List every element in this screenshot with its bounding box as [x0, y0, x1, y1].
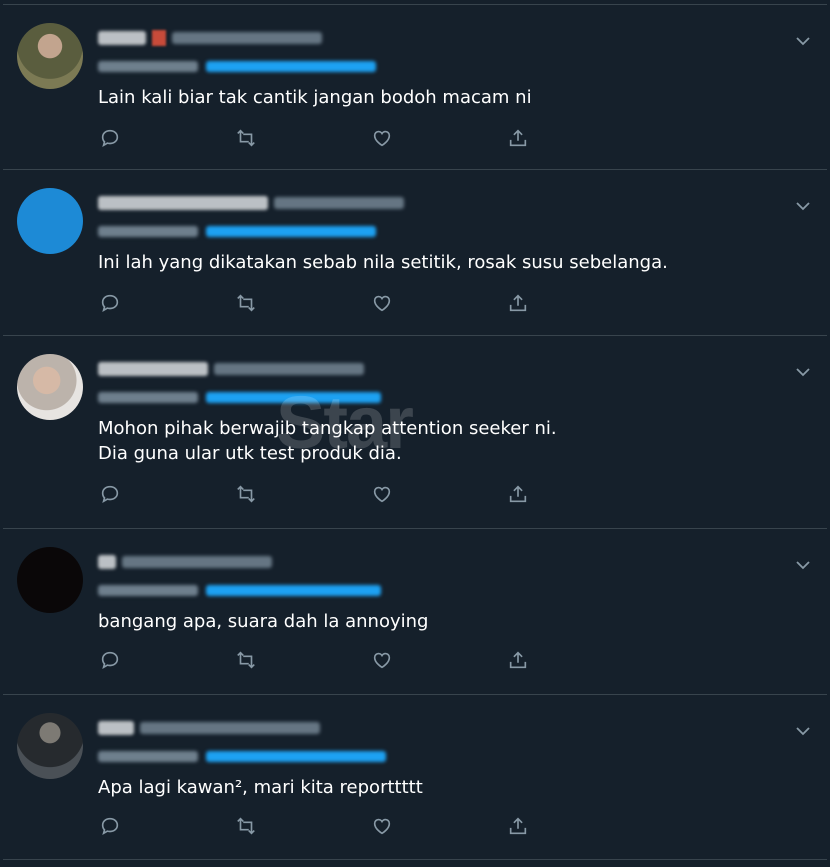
username-timestamp[interactable] — [214, 363, 364, 375]
replying-to-label — [98, 225, 198, 237]
display-name[interactable] — [98, 555, 116, 569]
tweet[interactable]: Ini lah yang dikatakan sebab nila setiti… — [3, 169, 827, 335]
reply-button[interactable] — [99, 647, 235, 673]
tweet-header — [98, 192, 404, 214]
replying-to-link[interactable] — [206, 60, 376, 72]
reply-icon — [101, 485, 119, 504]
reply-icon — [101, 817, 119, 836]
tweet[interactable]: Mohon pihak berwajib tangkap attention s… — [3, 335, 827, 528]
heart-icon — [373, 652, 391, 669]
like-button[interactable] — [371, 481, 507, 507]
replying-to — [98, 388, 381, 406]
tweet-text: Mohon pihak berwajib tangkap attention s… — [98, 418, 557, 464]
share-button[interactable] — [507, 481, 643, 507]
share-button[interactable] — [507, 125, 643, 151]
replying-to-link[interactable] — [206, 584, 381, 596]
tweet-actions — [99, 813, 643, 839]
heart-icon — [373, 130, 391, 147]
chevron-down-icon[interactable] — [793, 555, 813, 575]
reply-button[interactable] — [99, 481, 235, 507]
like-button[interactable] — [371, 813, 507, 839]
retweet-button[interactable] — [235, 290, 371, 316]
tweet-text: Ini lah yang dikatakan sebab nila setiti… — [98, 252, 668, 273]
avatar[interactable] — [17, 713, 83, 779]
retweet-button[interactable] — [235, 481, 371, 507]
tweet-header — [98, 27, 322, 49]
tweet-header — [98, 551, 272, 573]
share-button[interactable] — [507, 647, 643, 673]
display-name[interactable] — [98, 196, 268, 210]
display-name[interactable] — [98, 31, 146, 45]
reply-button[interactable] — [99, 290, 235, 316]
retweet-button[interactable] — [235, 125, 371, 151]
like-button[interactable] — [371, 290, 507, 316]
reply-icon — [101, 294, 119, 313]
share-icon — [509, 817, 527, 835]
tweet-header — [98, 717, 320, 739]
share-icon — [509, 294, 527, 312]
display-name[interactable] — [98, 721, 134, 735]
share-icon — [509, 651, 527, 669]
avatar[interactable] — [17, 188, 83, 254]
tweet-actions — [99, 481, 643, 507]
retweet-icon — [237, 817, 255, 835]
tweet-text: Lain kali biar tak cantik jangan bodoh m… — [98, 87, 532, 108]
heart-icon — [373, 818, 391, 835]
tweet-text: Apa lagi kawan², mari kita reporttttt — [98, 777, 423, 798]
replying-to — [98, 747, 386, 765]
chevron-down-icon[interactable] — [793, 196, 813, 216]
share-button[interactable] — [507, 813, 643, 839]
replying-to-label — [98, 60, 198, 72]
username-timestamp[interactable] — [122, 556, 272, 568]
heart-icon — [373, 295, 391, 312]
replying-to-label — [98, 584, 198, 596]
avatar[interactable] — [17, 23, 83, 89]
replying-to-link[interactable] — [206, 391, 381, 403]
chevron-down-icon[interactable] — [793, 31, 813, 51]
retweet-button[interactable] — [235, 813, 371, 839]
tweet[interactable]: bangang apa, suara dah la annoying — [3, 528, 827, 694]
display-name[interactable] — [98, 362, 208, 376]
share-icon — [509, 129, 527, 147]
retweet-button[interactable] — [235, 647, 371, 673]
retweet-icon — [237, 485, 255, 503]
replying-to-label — [98, 750, 198, 762]
chevron-down-icon[interactable] — [793, 721, 813, 741]
retweet-icon — [237, 294, 255, 312]
tweet-actions — [99, 125, 643, 151]
reply-button[interactable] — [99, 125, 235, 151]
tweet-actions — [99, 647, 643, 673]
retweet-icon — [237, 651, 255, 669]
replying-to — [98, 222, 376, 240]
flag-icon — [152, 30, 166, 46]
tweet[interactable]: Lain kali biar tak cantik jangan bodoh m… — [3, 4, 827, 169]
like-button[interactable] — [371, 125, 507, 151]
avatar[interactable] — [17, 354, 83, 420]
tweet-header — [98, 358, 364, 380]
reply-icon — [101, 651, 119, 670]
tweet-actions — [99, 290, 643, 316]
username-timestamp[interactable] — [140, 722, 320, 734]
retweet-icon — [237, 129, 255, 147]
avatar[interactable] — [17, 547, 83, 613]
chevron-down-icon[interactable] — [793, 362, 813, 382]
replying-to — [98, 581, 381, 599]
username-timestamp[interactable] — [172, 32, 322, 44]
replying-to — [98, 57, 376, 75]
tweet[interactable]: Apa lagi kawan², mari kita reporttttt — [3, 694, 827, 860]
replying-to-label — [98, 391, 198, 403]
heart-icon — [373, 486, 391, 503]
share-button[interactable] — [507, 290, 643, 316]
replying-to-link[interactable] — [206, 750, 386, 762]
reply-icon — [101, 129, 119, 148]
tweet-feed: Lain kali biar tak cantik jangan bodoh m… — [0, 0, 830, 867]
username-timestamp[interactable] — [274, 197, 404, 209]
tweet-text: bangang apa, suara dah la annoying — [98, 611, 429, 632]
like-button[interactable] — [371, 647, 507, 673]
share-icon — [509, 485, 527, 503]
replying-to-link[interactable] — [206, 225, 376, 237]
reply-button[interactable] — [99, 813, 235, 839]
